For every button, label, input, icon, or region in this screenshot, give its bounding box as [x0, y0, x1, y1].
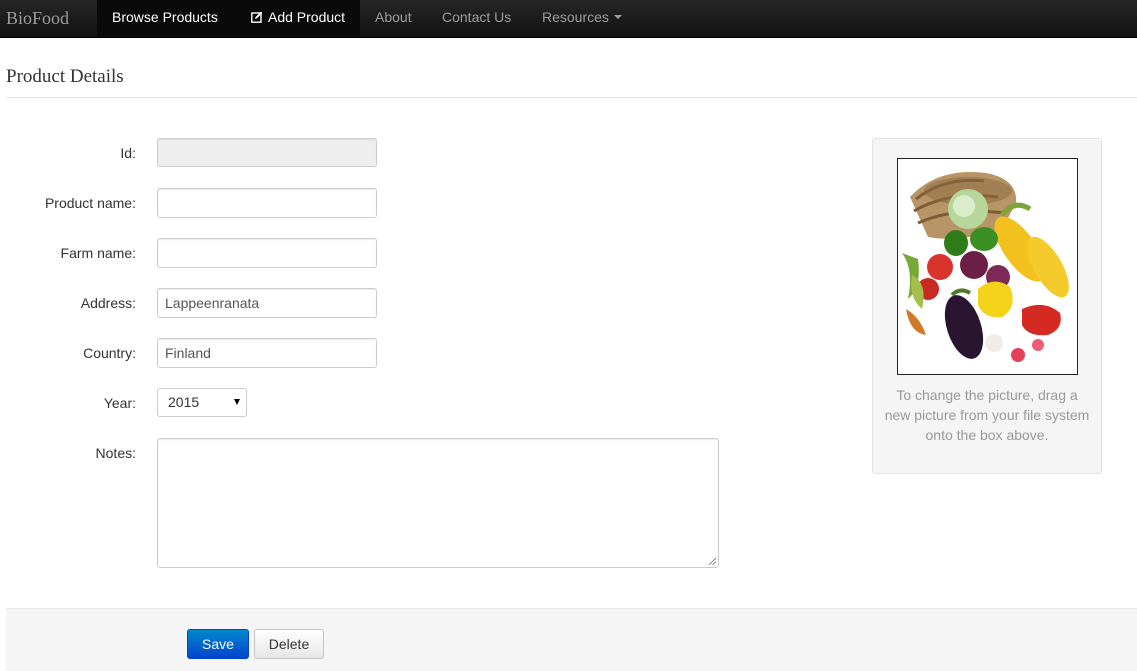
resize-grip-icon[interactable] [708, 557, 716, 565]
nav-browse-products-label: Browse Products [112, 9, 218, 25]
country-label: Country: [83, 345, 136, 361]
address-label: Address: [80, 295, 136, 311]
dropdown-arrow-icon [234, 399, 240, 405]
vegetable-basket-image [898, 159, 1077, 374]
caret-down-icon [613, 15, 622, 19]
nav-add-product-label: Add Product [268, 9, 346, 25]
delete-button[interactable]: Delete [254, 629, 324, 659]
farm-name-field[interactable] [157, 238, 377, 268]
nav-about-label: About [375, 9, 412, 25]
id-field [157, 138, 377, 167]
form-actions-bar: Save Delete [6, 608, 1137, 671]
navbar: BioFood Browse Products Add Product Abou… [0, 0, 1137, 38]
year-select-value: 2015 [168, 394, 200, 410]
nav-add-product[interactable]: Add Product [236, 0, 360, 37]
notes-label: Notes: [95, 445, 136, 461]
brand-link[interactable]: BioFood [6, 0, 69, 38]
country-field[interactable]: Finland [157, 338, 377, 368]
farm-name-label: Farm name: [60, 245, 136, 261]
title-divider [6, 97, 1137, 98]
page-title: Product Details [6, 66, 124, 87]
id-label: Id: [120, 145, 136, 161]
nav-contact-us-label: Contact Us [442, 9, 512, 25]
product-name-label: Product name: [44, 195, 136, 211]
picture-drop-hint: To change the picture, drag a new pictur… [884, 387, 1090, 443]
address-field[interactable]: Lappeenranata [157, 288, 377, 318]
product-picture [897, 158, 1078, 375]
nav-contact-us[interactable]: Contact Us [427, 0, 527, 37]
nav-resources-label: Resources [542, 9, 609, 25]
edit-icon [251, 11, 263, 23]
year-label: Year: [103, 395, 136, 411]
nav-browse-products[interactable]: Browse Products [97, 0, 236, 37]
picture-drop-zone[interactable]: To change the picture, drag a new pictur… [872, 138, 1102, 474]
nav-about[interactable]: About [360, 0, 427, 37]
notes-textarea[interactable] [157, 438, 719, 568]
save-button[interactable]: Save [187, 629, 249, 659]
product-name-field[interactable] [157, 188, 377, 218]
year-select[interactable]: 2015 [157, 388, 247, 417]
nav-resources-dropdown[interactable]: Resources [527, 0, 637, 37]
